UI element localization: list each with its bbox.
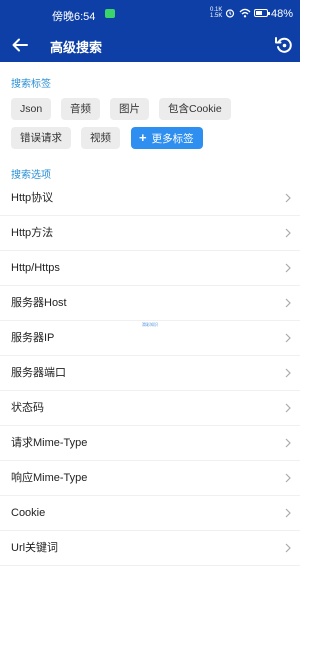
- plus-icon: +: [139, 130, 147, 145]
- option-status-code[interactable]: 状态码: [0, 391, 300, 426]
- status-bar: 傍晚6:54 0.1K 1.5K 48%: [0, 0, 300, 28]
- option-label: 服务器IP: [11, 332, 55, 344]
- chevron-right-icon: [285, 228, 291, 238]
- option-http-method[interactable]: Http方法: [0, 216, 300, 251]
- option-label: Http方法: [11, 227, 54, 239]
- battery-icon: [254, 9, 270, 17]
- option-cookie[interactable]: Cookie: [0, 496, 300, 531]
- option-label: 状态码: [11, 402, 44, 414]
- tag-audio[interactable]: 音频: [61, 98, 100, 120]
- reset-icon: [275, 37, 292, 53]
- message-icon: [105, 9, 115, 18]
- tag-image[interactable]: 图片: [110, 98, 149, 120]
- alarm-icon: [225, 8, 235, 21]
- network-speed: 0.1K 1.5K: [210, 7, 222, 19]
- options-section-title: 搜索选项: [11, 170, 51, 181]
- chevron-right-icon: [285, 403, 291, 413]
- back-button[interactable]: [8, 33, 32, 57]
- option-http-https[interactable]: Http/Https: [0, 251, 300, 286]
- option-label: 服务器端口: [11, 367, 66, 379]
- option-response-mime-type[interactable]: 响应Mime-Type: [0, 461, 300, 496]
- page-title: 高级搜索: [50, 40, 103, 55]
- status-time: 傍晚6:54: [52, 11, 96, 23]
- option-label: Cookie: [11, 507, 46, 519]
- chevron-right-icon: [285, 543, 291, 553]
- option-url-keyword[interactable]: Url关键词: [0, 531, 300, 566]
- chevron-right-icon: [285, 368, 291, 378]
- chevron-right-icon: [285, 298, 291, 308]
- option-label: Url关键词: [11, 542, 59, 554]
- chevron-right-icon: [285, 263, 291, 273]
- chevron-right-icon: [285, 438, 291, 448]
- chevron-right-icon: [285, 193, 291, 203]
- option-http-protocol[interactable]: Http协议: [0, 181, 300, 216]
- option-label: Http协议: [11, 192, 54, 204]
- chevron-right-icon: [285, 333, 291, 343]
- option-request-mime-type[interactable]: 请求Mime-Type: [0, 426, 300, 461]
- option-label: 请求Mime-Type: [11, 437, 88, 449]
- option-label: Http/Https: [11, 262, 60, 274]
- battery-percent: 48%: [271, 8, 294, 20]
- more-tags-button[interactable]: + 更多标签: [131, 127, 203, 149]
- app-bar: 高级搜索: [0, 28, 300, 62]
- option-label: 服务器Host: [11, 297, 67, 309]
- reset-button[interactable]: [272, 33, 296, 57]
- tags-section-title: 搜索标签: [11, 79, 51, 90]
- option-label: 响应Mime-Type: [11, 472, 88, 484]
- tag-error-request[interactable]: 错误请求: [11, 127, 71, 149]
- option-server-host[interactable]: 服务器Host: [0, 286, 300, 321]
- arrow-left-icon: [12, 38, 28, 52]
- option-server-port[interactable]: 服务器端口: [0, 356, 300, 391]
- wifi-icon: [239, 8, 251, 21]
- tag-json[interactable]: Json: [11, 98, 52, 120]
- chevron-right-icon: [285, 473, 291, 483]
- watermark: 滑彩知识: [142, 322, 158, 327]
- tag-video[interactable]: 视频: [81, 127, 120, 149]
- chevron-right-icon: [285, 508, 291, 518]
- net-speed-down: 1.5K: [210, 13, 223, 19]
- tag-cookie[interactable]: 包含Cookie: [159, 98, 231, 120]
- option-list: Http协议 Http方法 Http/Https 服务器Host 服务器IP 服…: [0, 181, 300, 566]
- more-tags-label: 更多标签: [151, 133, 194, 145]
